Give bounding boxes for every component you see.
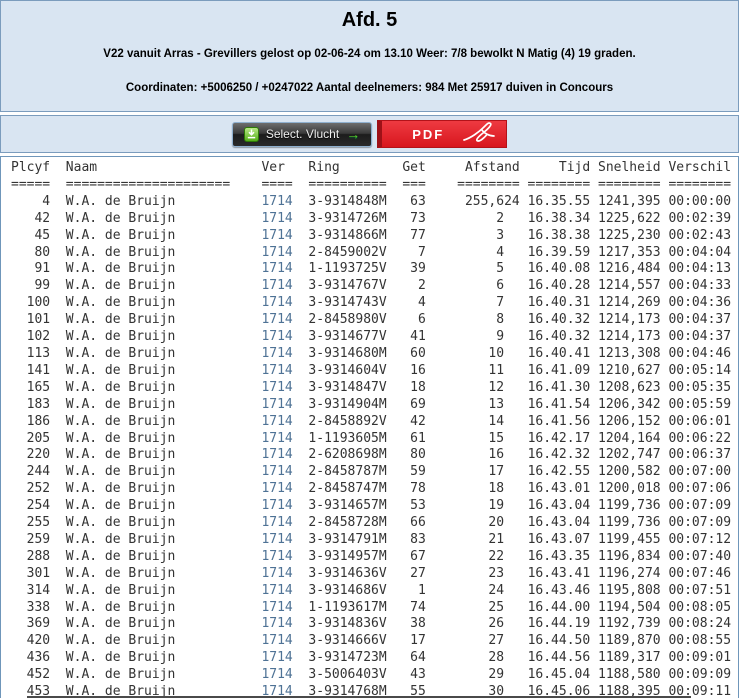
page-title: Afd. 5 — [341, 9, 398, 31]
table-row: 220 W.A. de Bruijn 1714 2-6208698M 80 16… — [11, 447, 732, 463]
flight-info-line: V22 vanuit Arras - Grevillers gelost op … — [103, 48, 636, 60]
ver-link[interactable]: 1714 — [261, 329, 292, 344]
ver-link[interactable]: 1714 — [261, 616, 292, 631]
ver-link[interactable]: 1714 — [261, 633, 292, 648]
ver-link[interactable]: 1714 — [261, 650, 292, 665]
table-row: 102 W.A. de Bruijn 1714 3-9314677V 41 9 … — [11, 329, 732, 345]
ver-link[interactable]: 1714 — [261, 245, 292, 260]
ver-link[interactable]: 1714 — [261, 498, 292, 513]
toolbar: Select. Vlucht → PDF — [0, 115, 739, 153]
table-row: 254 W.A. de Bruijn 1714 3-9314657M 53 19… — [11, 498, 732, 514]
ver-link[interactable]: 1714 — [261, 363, 292, 378]
table-row: 80 W.A. de Bruijn 1714 2-8459002V 7 4 16… — [11, 244, 732, 260]
table-row: 141 W.A. de Bruijn 1714 3-9314604V 16 11… — [11, 362, 732, 378]
table-row: 338 W.A. de Bruijn 1714 1-1193617M 74 25… — [11, 599, 732, 615]
table-row: 288 W.A. de Bruijn 1714 3-9314957M 67 22… — [11, 548, 732, 564]
table-row: 244 W.A. de Bruijn 1714 2-8458787M 59 17… — [11, 464, 732, 480]
coordinates-info-line: Coordinaten: +5006250 / +0247022 Aantal … — [125, 82, 614, 94]
table-row: 113 W.A. de Bruijn 1714 3-9314680M 60 10… — [11, 345, 732, 361]
ver-link[interactable]: 1714 — [261, 549, 292, 564]
table-row: 255 W.A. de Bruijn 1714 2-8458728M 66 20… — [11, 515, 732, 531]
acrobat-icon — [462, 121, 496, 148]
ver-link[interactable]: 1714 — [261, 481, 292, 496]
table-separator-row: ===== ===================== ==== =======… — [11, 176, 732, 192]
ver-link[interactable]: 1714 — [261, 295, 292, 310]
ver-link[interactable]: 1714 — [261, 464, 292, 479]
table-row: 45 W.A. de Bruijn 1714 3-9314866M 77 3 1… — [11, 227, 732, 243]
table-row: 91 W.A. de Bruijn 1714 1-1193725V 39 5 1… — [11, 261, 732, 277]
ver-link[interactable]: 1714 — [261, 447, 292, 462]
ver-link[interactable]: 1714 — [261, 667, 292, 682]
pdf-button[interactable]: PDF — [377, 120, 508, 148]
table-row: 4 W.A. de Bruijn 1714 3-9314848M 63 255,… — [11, 193, 732, 209]
table-row: 42 W.A. de Bruijn 1714 3-9314726M 73 2 1… — [11, 210, 732, 226]
ver-link[interactable]: 1714 — [261, 211, 292, 226]
table-row: 165 W.A. de Bruijn 1714 3-9314847V 18 12… — [11, 379, 732, 395]
results-table: Plcyf Naam Ver Ring Get Afstand Tijd Sne… — [0, 156, 739, 698]
select-flight-label: Select. Vlucht — [265, 127, 340, 141]
ver-link[interactable]: 1714 — [261, 600, 292, 615]
pdf-label: PDF — [412, 126, 445, 142]
ver-link[interactable]: 1714 — [261, 397, 292, 412]
ver-link[interactable]: 1714 — [261, 312, 292, 327]
ver-link[interactable]: 1714 — [261, 261, 292, 276]
ver-link[interactable]: 1714 — [261, 431, 292, 446]
table-row: 183 W.A. de Bruijn 1714 3-9314904M 69 13… — [11, 396, 732, 412]
table-row: 452 W.A. de Bruijn 1714 3-5006403V 43 29… — [11, 667, 732, 683]
table-row: 205 W.A. de Bruijn 1714 1-1193605M 61 15… — [11, 430, 732, 446]
table-row: 301 W.A. de Bruijn 1714 3-9314636V 27 23… — [11, 565, 732, 581]
results-table-text: Plcyf Naam Ver Ring Get Afstand Tijd Sne… — [1, 157, 738, 698]
download-icon — [243, 126, 259, 142]
table-row: 314 W.A. de Bruijn 1714 3-9314686V 1 24 … — [11, 582, 732, 598]
arrow-right-icon: → — [346, 126, 361, 142]
table-row: 436 W.A. de Bruijn 1714 3-9314723M 64 28… — [11, 650, 732, 666]
table-row: 99 W.A. de Bruijn 1714 3-9314767V 2 6 16… — [11, 278, 732, 294]
table-row: 186 W.A. de Bruijn 1714 2-8458892V 42 14… — [11, 413, 732, 429]
ver-link[interactable]: 1714 — [261, 194, 292, 209]
cutoff-underline — [27, 696, 691, 698]
ver-link[interactable]: 1714 — [261, 228, 292, 243]
select-flight-button[interactable]: Select. Vlucht → — [231, 121, 373, 147]
header-panel: Afd. 5 V22 vanuit Arras - Grevillers gel… — [0, 0, 739, 112]
table-row: 252 W.A. de Bruijn 1714 2-8458747M 78 18… — [11, 481, 732, 497]
ver-link[interactable]: 1714 — [261, 346, 292, 361]
ver-link[interactable]: 1714 — [261, 278, 292, 293]
table-row: 100 W.A. de Bruijn 1714 3-9314743V 4 7 1… — [11, 295, 732, 311]
table-row: 259 W.A. de Bruijn 1714 3-9314791M 83 21… — [11, 531, 732, 547]
ver-link[interactable]: 1714 — [261, 532, 292, 547]
table-row: 420 W.A. de Bruijn 1714 3-9314666V 17 27… — [11, 633, 732, 649]
ver-link[interactable]: 1714 — [261, 583, 292, 598]
table-row: 369 W.A. de Bruijn 1714 3-9314836V 38 26… — [11, 616, 732, 632]
table-header-row: Plcyf Naam Ver Ring Get Afstand Tijd Sne… — [11, 160, 732, 175]
ver-link[interactable]: 1714 — [261, 414, 292, 429]
ver-link[interactable]: 1714 — [261, 380, 292, 395]
ver-link[interactable]: 1714 — [261, 566, 292, 581]
ver-link[interactable]: 1714 — [261, 515, 292, 530]
table-row: 101 W.A. de Bruijn 1714 2-8458980V 6 8 1… — [11, 312, 732, 328]
